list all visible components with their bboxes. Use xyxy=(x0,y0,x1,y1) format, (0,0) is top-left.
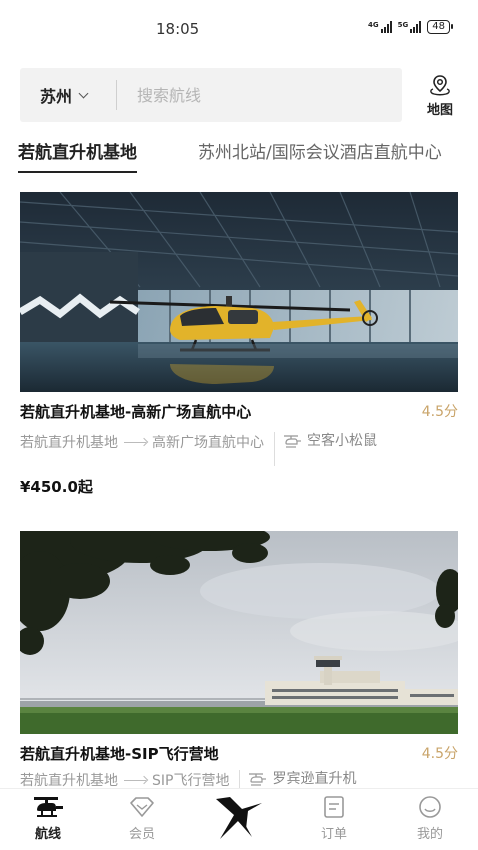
order-list-icon xyxy=(324,796,344,818)
helicopter-small-icon xyxy=(249,773,267,786)
search-input[interactable] xyxy=(137,85,367,105)
route-rating: 4.5分 xyxy=(421,746,458,762)
route-title-row: 若航直升机基地-高新广场直航中心 4.5分 xyxy=(20,400,458,422)
route-origin: 若航直升机基地 xyxy=(20,435,118,451)
signal-5g-icon: 5G xyxy=(398,21,422,33)
nav-item-profile[interactable]: 我的 xyxy=(400,795,460,842)
route-info: 若航直升机基地 高新广场直航中心 空客小松鼠 xyxy=(20,432,458,466)
profile-smile-icon xyxy=(419,796,441,818)
diamond-icon xyxy=(130,797,154,817)
map-label: 地图 xyxy=(426,102,453,118)
aircraft-name: 罗宾逊直升机 xyxy=(272,771,357,787)
base-tabs: 若航直升机基地 苏州北站/国际会议酒店直航中心 xyxy=(0,132,478,176)
nav-label-routes: 航线 xyxy=(34,827,61,842)
status-icons: 4G 5G 48 xyxy=(368,20,453,34)
route-divider xyxy=(239,770,241,788)
route-card[interactable]: 若航直升机基地-高新广场直航中心 4.5分 若航直升机基地 高新广场直航中心 空… xyxy=(20,192,458,497)
route-title-row: 若航直升机基地-SIP飞行营地 4.5分 xyxy=(20,742,458,764)
aircraft-info: 空客小松鼠 xyxy=(283,432,389,451)
route-card[interactable]: 若航直升机基地-SIP飞行营地 4.5分 若航直升机基地 SIP飞行营地 罗宾逊… xyxy=(20,531,458,790)
route-title: 若航直升机基地-SIP飞行营地 xyxy=(20,744,219,763)
nav-item-routes[interactable]: 航线 xyxy=(18,795,78,842)
route-origin: 若航直升机基地 xyxy=(20,773,118,789)
route-rating: 4.5分 xyxy=(421,404,458,420)
map-button[interactable]: 地图 xyxy=(414,70,466,120)
helicopter-small-icon xyxy=(284,435,301,448)
arrow-right-icon xyxy=(124,441,146,443)
aircraft-name: 空客小松鼠 xyxy=(307,433,377,449)
nav-item-orders[interactable]: 订单 xyxy=(304,795,364,842)
route-destination: 高新广场直航中心 xyxy=(152,435,264,451)
tab-suzhou-north[interactable]: 苏州北站/国际会议酒店直航中心 xyxy=(198,138,442,163)
route-divider xyxy=(274,432,275,466)
city-selector[interactable]: 苏州 xyxy=(20,83,116,107)
map-pin-icon xyxy=(430,74,450,95)
aircraft-info: 罗宾逊直升机 xyxy=(248,770,356,789)
arrow-right-icon xyxy=(124,779,146,781)
bottom-nav: 航线 会员 订单 我的 xyxy=(0,788,478,850)
signal-4g-icon: 4G xyxy=(368,21,392,33)
route-info: 若航直升机基地 SIP飞行营地 罗宾逊直升机 xyxy=(20,770,458,790)
route-image-helicopter-hangar xyxy=(20,192,458,392)
status-bar: 18:05 4G 5G 48 xyxy=(0,0,478,58)
chevron-down-icon xyxy=(78,88,89,98)
route-destination: SIP飞行营地 xyxy=(152,773,230,789)
route-image-airfield-terminal xyxy=(20,531,458,734)
search-divider xyxy=(116,80,117,110)
status-time: 18:05 xyxy=(156,20,200,38)
tab-ruohang-base[interactable]: 若航直升机基地 xyxy=(18,138,137,173)
brand-logo-icon xyxy=(216,797,262,839)
helicopter-icon xyxy=(34,797,63,817)
search-bar: 苏州 xyxy=(20,68,402,122)
nav-brand-logo[interactable] xyxy=(212,793,266,843)
nav-item-membership[interactable]: 会员 xyxy=(112,795,172,842)
nav-label-membership: 会员 xyxy=(128,827,155,842)
nav-label-profile: 我的 xyxy=(416,827,443,842)
battery-icon: 48 xyxy=(427,20,453,34)
route-path: 若航直升机基地 SIP飞行营地 xyxy=(20,770,229,790)
nav-label-orders: 订单 xyxy=(320,827,347,842)
route-price: ¥450.0起 xyxy=(20,478,93,496)
city-label: 苏州 xyxy=(40,87,73,106)
route-path: 若航直升机基地 高新广场直航中心 xyxy=(20,432,264,452)
route-title: 若航直升机基地-高新广场直航中心 xyxy=(20,402,252,421)
